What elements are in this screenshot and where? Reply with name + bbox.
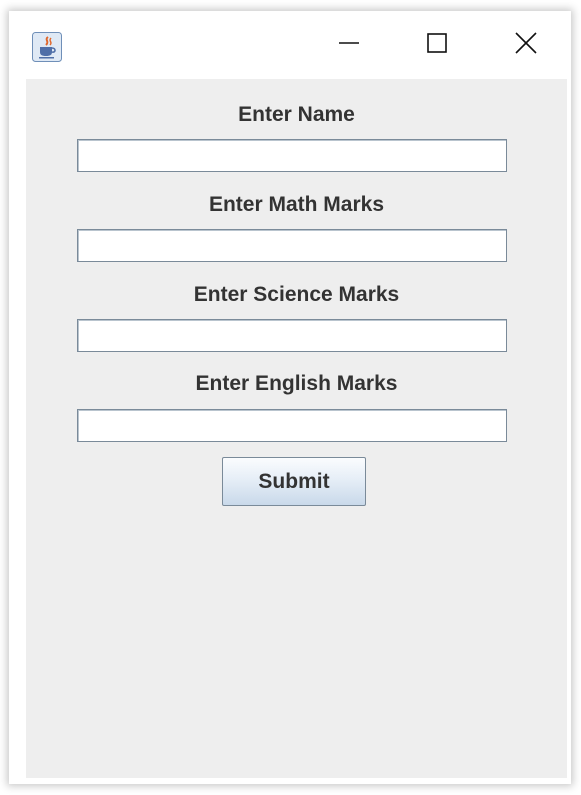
title-bar[interactable] — [9, 11, 571, 79]
java-coffee-cup-icon — [32, 32, 62, 62]
science-marks-input[interactable] — [77, 319, 507, 352]
app-window: Enter Name Enter Math Marks Enter Scienc… — [9, 11, 571, 784]
close-icon — [515, 31, 537, 59]
science-marks-label: Enter Science Marks — [193, 283, 400, 306]
maximize-icon — [426, 32, 448, 59]
english-marks-label: Enter English Marks — [195, 372, 398, 395]
minimize-button[interactable] — [326, 25, 372, 65]
submit-button[interactable]: Submit — [222, 457, 366, 506]
minimize-icon — [338, 32, 360, 59]
english-marks-input[interactable] — [77, 409, 507, 442]
name-label: Enter Name — [238, 103, 355, 126]
close-button[interactable] — [503, 25, 549, 65]
math-marks-input[interactable] — [77, 229, 507, 262]
form-panel: Enter Name Enter Math Marks Enter Scienc… — [26, 79, 567, 778]
maximize-button[interactable] — [414, 25, 460, 65]
math-marks-label: Enter Math Marks — [208, 193, 385, 216]
name-input[interactable] — [77, 139, 507, 172]
